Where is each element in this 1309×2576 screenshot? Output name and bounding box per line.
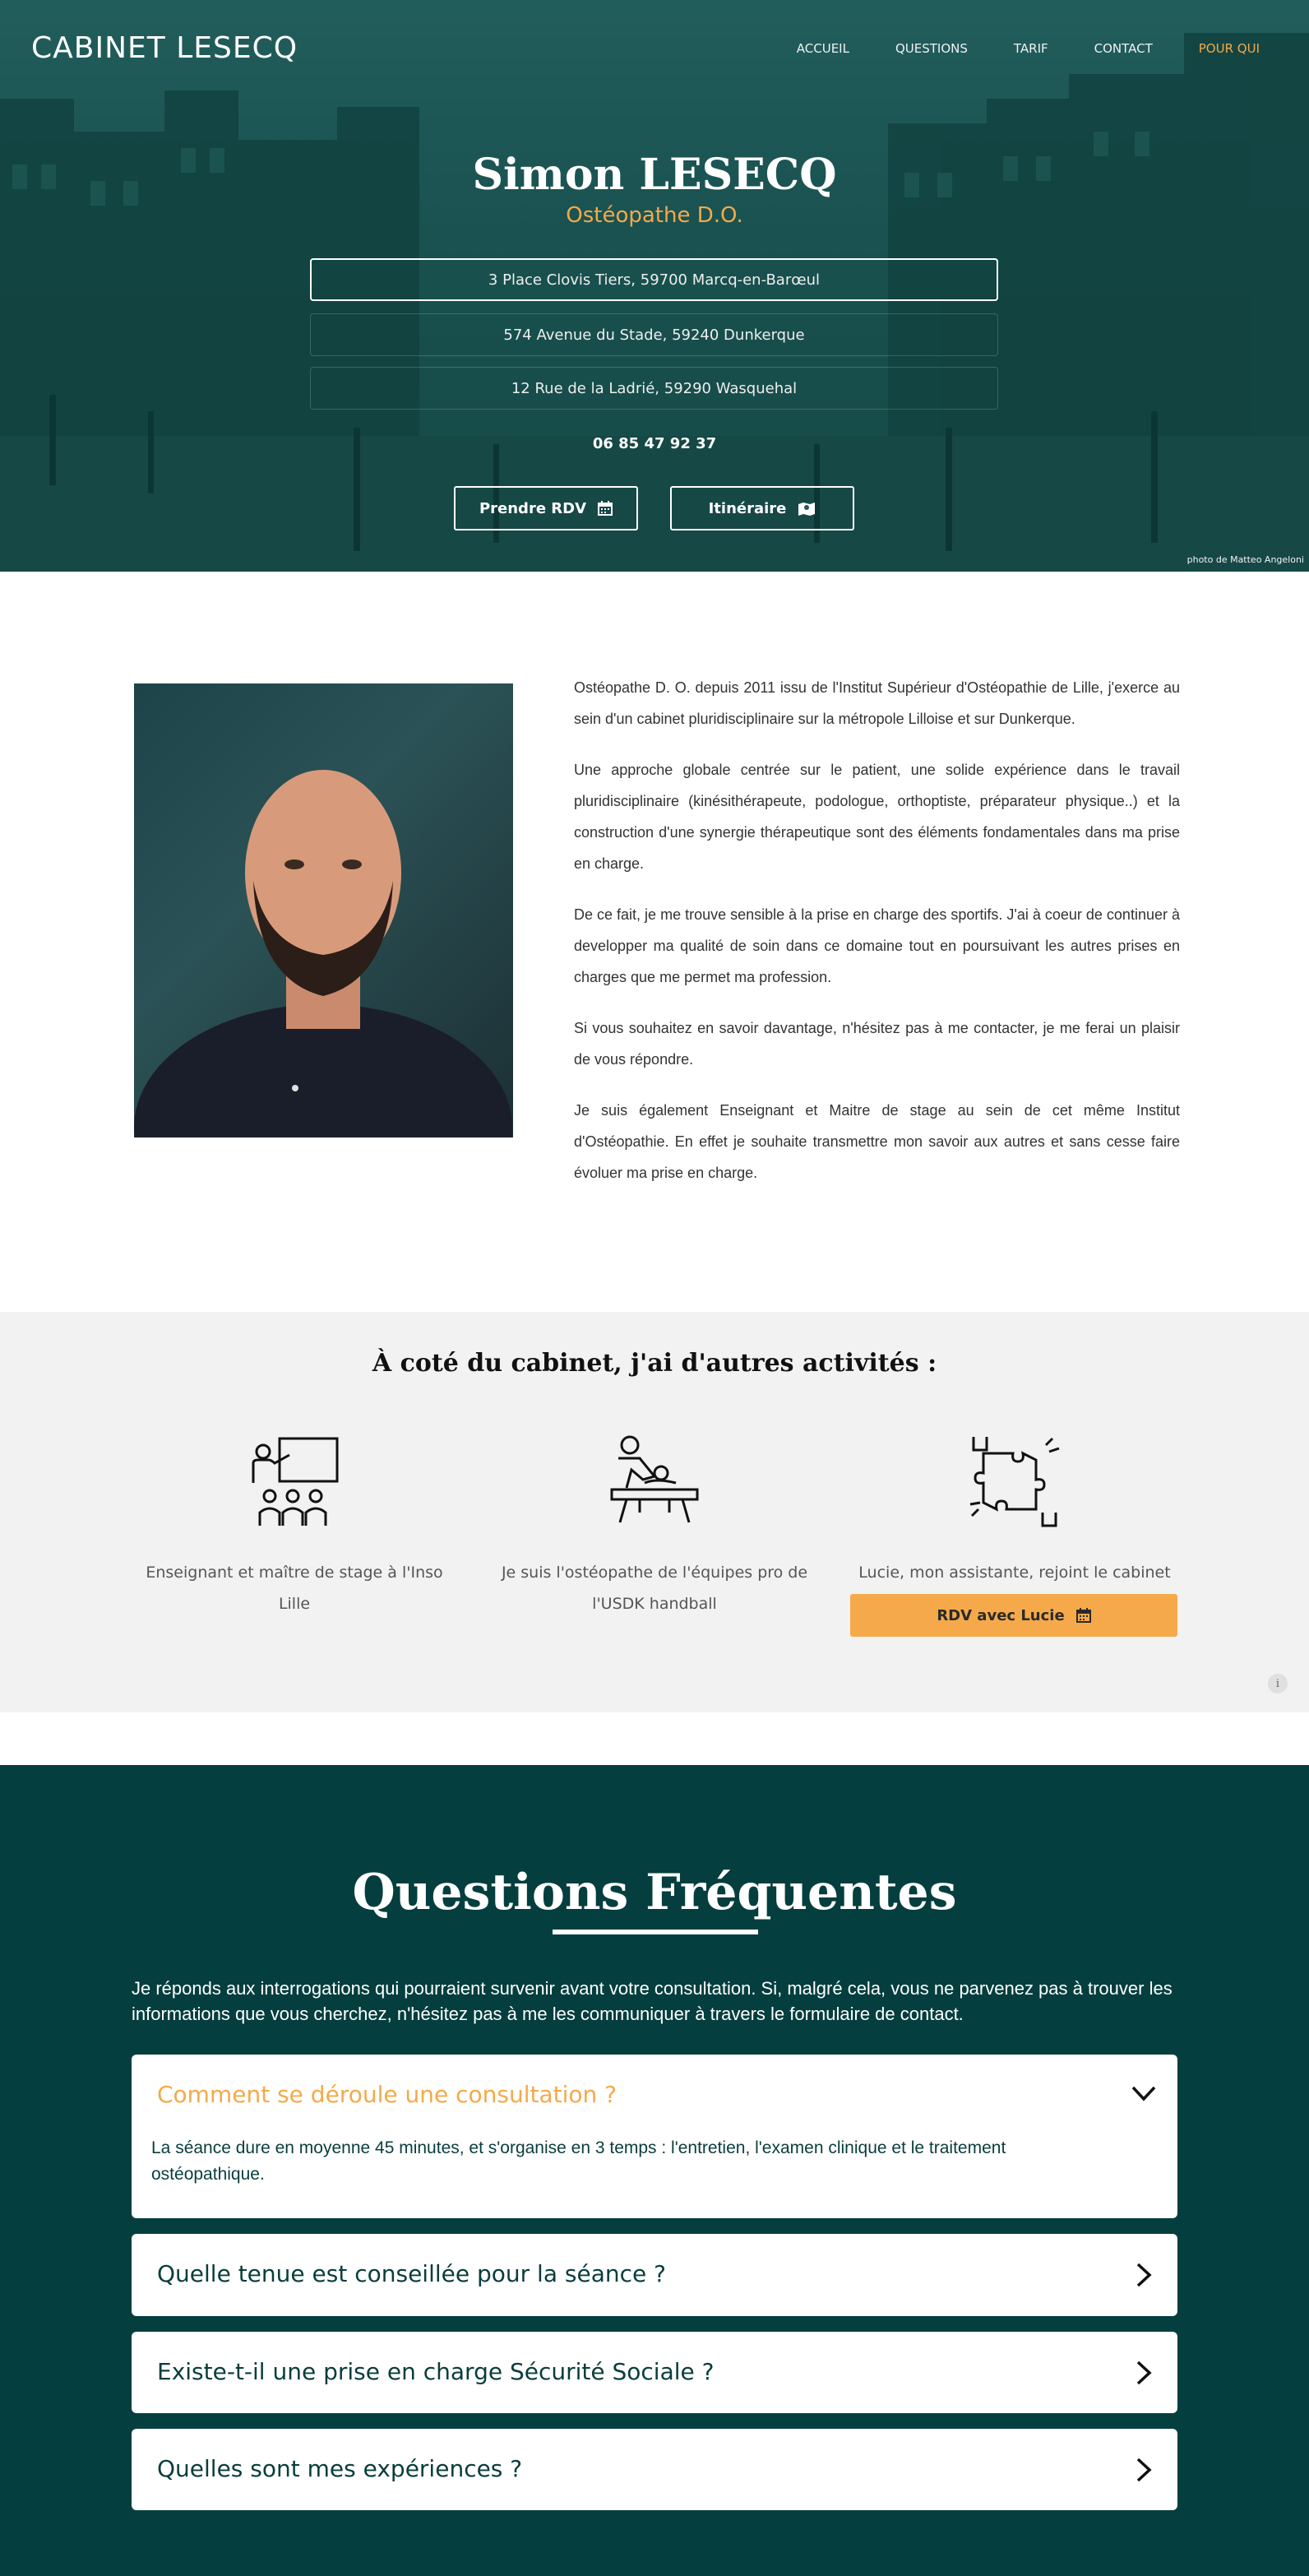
- prendre-rdv-button[interactable]: Prendre RDV: [454, 486, 638, 530]
- rdv-lucie-label: RDV avec Lucie: [937, 1606, 1065, 1624]
- faq-intro: Je réponds aux interrogations qui pourra…: [132, 1978, 1173, 2024]
- faq-item-tenue[interactable]: Quelle tenue est conseillée pour la séan…: [132, 2234, 1177, 2316]
- activity-teaching-text: Enseignant et maître de stage à l'Inso L…: [146, 1564, 443, 1613]
- faq-question[interactable]: Quelle tenue est conseillée pour la séan…: [157, 2260, 666, 2287]
- phone-number[interactable]: 06 85 47 92 37: [0, 435, 1309, 452]
- faq-item-experiences[interactable]: Quelles sont mes expériences ?: [132, 2429, 1177, 2510]
- faq-answer: La séance dure en moyenne 45 minutes, et…: [151, 2138, 1006, 2184]
- nav-accueil[interactable]: ACCUEIL: [797, 41, 849, 56]
- info-icon[interactable]: i: [1268, 1674, 1288, 1693]
- photo-credit[interactable]: photo de Matteo Angeloni: [1187, 554, 1304, 565]
- calendar-icon: [1075, 1608, 1091, 1623]
- nav-pour-qui[interactable]: POUR QUI: [1199, 41, 1260, 56]
- activity-handball-text: Je suis l'ostéopathe de l'équipes pro de…: [501, 1564, 808, 1613]
- bio-paragraph: Une approche globale centrée sur le pati…: [574, 762, 1180, 872]
- bio-paragraph: De ce fait, je me trouve sensible à la p…: [574, 906, 1180, 985]
- section-spacer: [0, 1712, 1309, 1765]
- teacher-icon: [252, 1437, 339, 1526]
- nav-questions[interactable]: QUESTIONS: [895, 41, 968, 56]
- bio-paragraph: Si vous souhaitez en savoir davantage, n…: [574, 1020, 1180, 1068]
- chevron-down-icon[interactable]: [1130, 2079, 1158, 2107]
- osteopathy-treatment-icon: [610, 1435, 699, 1523]
- itineraire-label: Itinéraire: [708, 499, 787, 517]
- faq-question[interactable]: Existe-t-il une prise en charge Sécurité…: [157, 2358, 715, 2385]
- address-marcq[interactable]: 3 Place Clovis Tiers, 59700 Marcq-en-Bar…: [310, 258, 998, 301]
- activity-assistant-text: Lucie, mon assistante, rejoint le cabine…: [858, 1564, 1171, 1582]
- site-logo[interactable]: CABINET LESECQ: [31, 31, 298, 65]
- activities-section: À coté du cabinet, j'ai d'autres activit…: [0, 1312, 1309, 1712]
- calendar-icon: [598, 501, 613, 516]
- practitioner-title: Ostéopathe D.O.: [566, 203, 743, 228]
- faq-title: Questions Fréquentes: [352, 1864, 957, 1921]
- main-nav: ACCUEIL QUESTIONS TARIF CONTACT POUR QUI: [751, 41, 1260, 56]
- bio-paragraph: Je suis également Enseignant et Maitre d…: [574, 1102, 1180, 1181]
- rdv-lucie-button[interactable]: RDV avec Lucie: [850, 1594, 1177, 1637]
- practitioner-portrait: [134, 683, 513, 1137]
- nav-tarif[interactable]: TARIF: [1014, 41, 1048, 56]
- prendre-rdv-label: Prendre RDV: [479, 499, 587, 517]
- activities-title: À coté du cabinet, j'ai d'autres activit…: [372, 1349, 937, 1378]
- hero-section: CABINET LESECQ ACCUEIL QUESTIONS TARIF C…: [0, 0, 1309, 572]
- about-section: Ostéopathe D. O. depuis 2011 issu de l'I…: [0, 572, 1309, 1312]
- faq-item-consultation[interactable]: Comment se déroule une consultation ? La…: [132, 2055, 1177, 2218]
- address-wasquehal[interactable]: 12 Rue de la Ladrié, 59290 Wasquehal: [310, 367, 998, 410]
- practitioner-name: Simon LESECQ: [472, 150, 837, 200]
- chevron-right-icon[interactable]: [1130, 2261, 1158, 2289]
- address-dunkerque[interactable]: 574 Avenue du Stade, 59240 Dunkerque: [310, 313, 998, 356]
- faq-item-securite-sociale[interactable]: Existe-t-il une prise en charge Sécurité…: [132, 2332, 1177, 2413]
- bio-paragraph: Ostéopathe D. O. depuis 2011 issu de l'I…: [574, 679, 1180, 727]
- itineraire-button[interactable]: Itinéraire: [670, 486, 854, 530]
- chevron-right-icon[interactable]: [1130, 2456, 1158, 2484]
- biography: Ostéopathe D. O. depuis 2011 issu de l'I…: [574, 672, 1180, 1208]
- map-icon: [798, 503, 816, 516]
- faq-question[interactable]: Comment se déroule une consultation ?: [157, 2081, 617, 2108]
- nav-contact[interactable]: CONTACT: [1094, 41, 1153, 56]
- chevron-right-icon[interactable]: [1130, 2359, 1158, 2387]
- puzzle-teamwork-icon: [969, 1437, 1060, 1527]
- faq-question[interactable]: Quelles sont mes expériences ?: [157, 2455, 522, 2482]
- faq-title-underline: [553, 1930, 758, 1934]
- faq-section: Questions Fréquentes Je réponds aux inte…: [0, 1765, 1309, 2576]
